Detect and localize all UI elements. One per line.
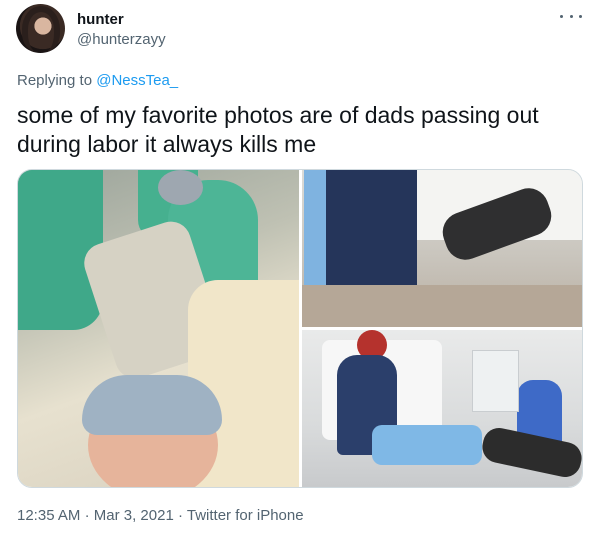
tweet-source[interactable]: Twitter for iPhone <box>187 507 304 524</box>
photo-3[interactable] <box>302 330 582 487</box>
medical-cart <box>472 350 519 412</box>
media-grid <box>17 169 583 488</box>
blue-drape <box>372 425 482 465</box>
metadata-separator: · <box>84 507 90 524</box>
metadata-separator: · <box>177 507 183 524</box>
floor <box>302 285 582 327</box>
avatar[interactable] <box>16 4 65 53</box>
tweet-text: some of my favorite photos are of dads p… <box>17 102 539 157</box>
photo-2[interactable] <box>302 170 582 327</box>
tweet-date[interactable]: Mar 3, 2021 <box>94 507 174 524</box>
nurse-blue-apron <box>304 170 326 300</box>
display-name[interactable]: hunter <box>77 11 124 28</box>
hair-cap <box>158 170 203 205</box>
tweet-metadata: 12:35 AM · Mar 3, 2021 · Twitter for iPh… <box>17 507 304 524</box>
user-handle[interactable]: @hunterzayy <box>77 31 166 48</box>
surgical-cap <box>82 375 222 435</box>
replying-to: Replying to @NessTea_ <box>17 72 178 89</box>
tweet-time[interactable]: 12:35 AM <box>17 507 80 524</box>
reply-mention-link[interactable]: @NessTea_ <box>96 72 178 89</box>
replying-to-label: Replying to <box>17 72 93 89</box>
more-horizontal-icon[interactable] <box>560 8 582 24</box>
photo-1[interactable] <box>18 170 299 487</box>
avatar-hair <box>22 6 60 52</box>
